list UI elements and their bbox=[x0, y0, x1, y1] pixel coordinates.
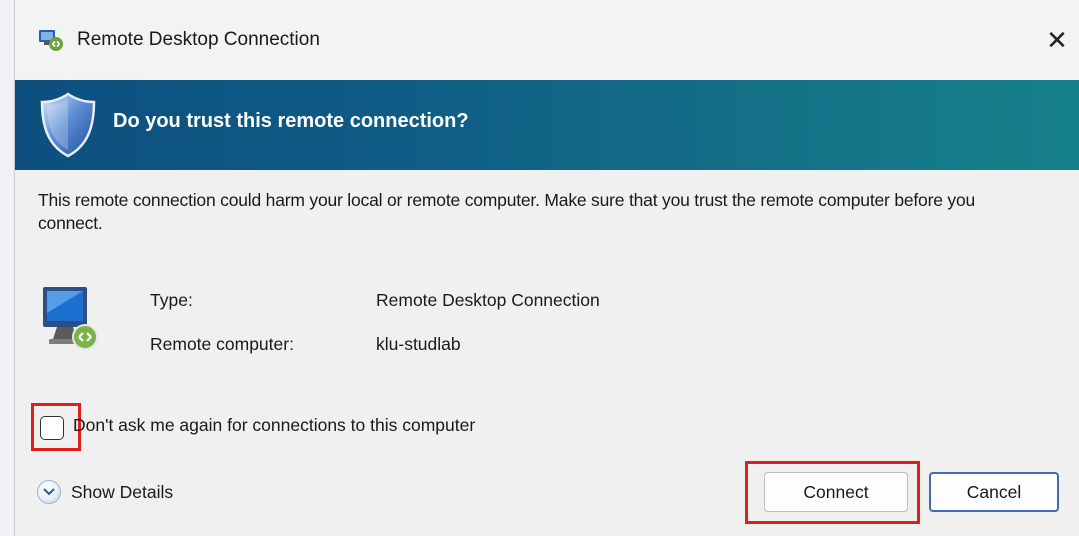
remote-computer-icon bbox=[43, 287, 98, 350]
title-bar: Remote Desktop Connection ✕ bbox=[15, 0, 1079, 80]
close-icon: ✕ bbox=[1046, 24, 1068, 55]
chevron-down-circle-icon bbox=[37, 480, 61, 504]
warning-message: This remote connection could harm your l… bbox=[38, 190, 976, 233]
dialog-content: This remote connection could harm your l… bbox=[15, 170, 1079, 536]
trust-banner: Do you trust this remote connection? bbox=[15, 80, 1079, 170]
close-button[interactable]: ✕ bbox=[1034, 14, 1079, 66]
type-label: Type: bbox=[150, 290, 193, 310]
dont-ask-again-label[interactable]: Don't ask me again for connections to th… bbox=[73, 415, 475, 436]
remote-computer-label: Remote computer: bbox=[150, 334, 294, 354]
remote-computer-value: klu-studlab bbox=[376, 334, 461, 354]
dont-ask-again-checkbox[interactable] bbox=[40, 416, 64, 440]
cancel-button[interactable]: Cancel bbox=[929, 472, 1059, 512]
show-details-toggle[interactable]: Show Details bbox=[37, 480, 173, 504]
type-value: Remote Desktop Connection bbox=[376, 290, 600, 310]
shield-icon bbox=[40, 92, 96, 158]
remote-desktop-icon bbox=[39, 30, 63, 51]
show-details-label: Show Details bbox=[71, 481, 174, 502]
window-title: Remote Desktop Connection bbox=[77, 29, 320, 50]
connect-button[interactable]: Connect bbox=[764, 472, 908, 512]
banner-heading: Do you trust this remote connection? bbox=[113, 110, 469, 132]
remote-desktop-dialog: Remote Desktop Connection ✕ Do you trust… bbox=[14, 0, 1079, 536]
